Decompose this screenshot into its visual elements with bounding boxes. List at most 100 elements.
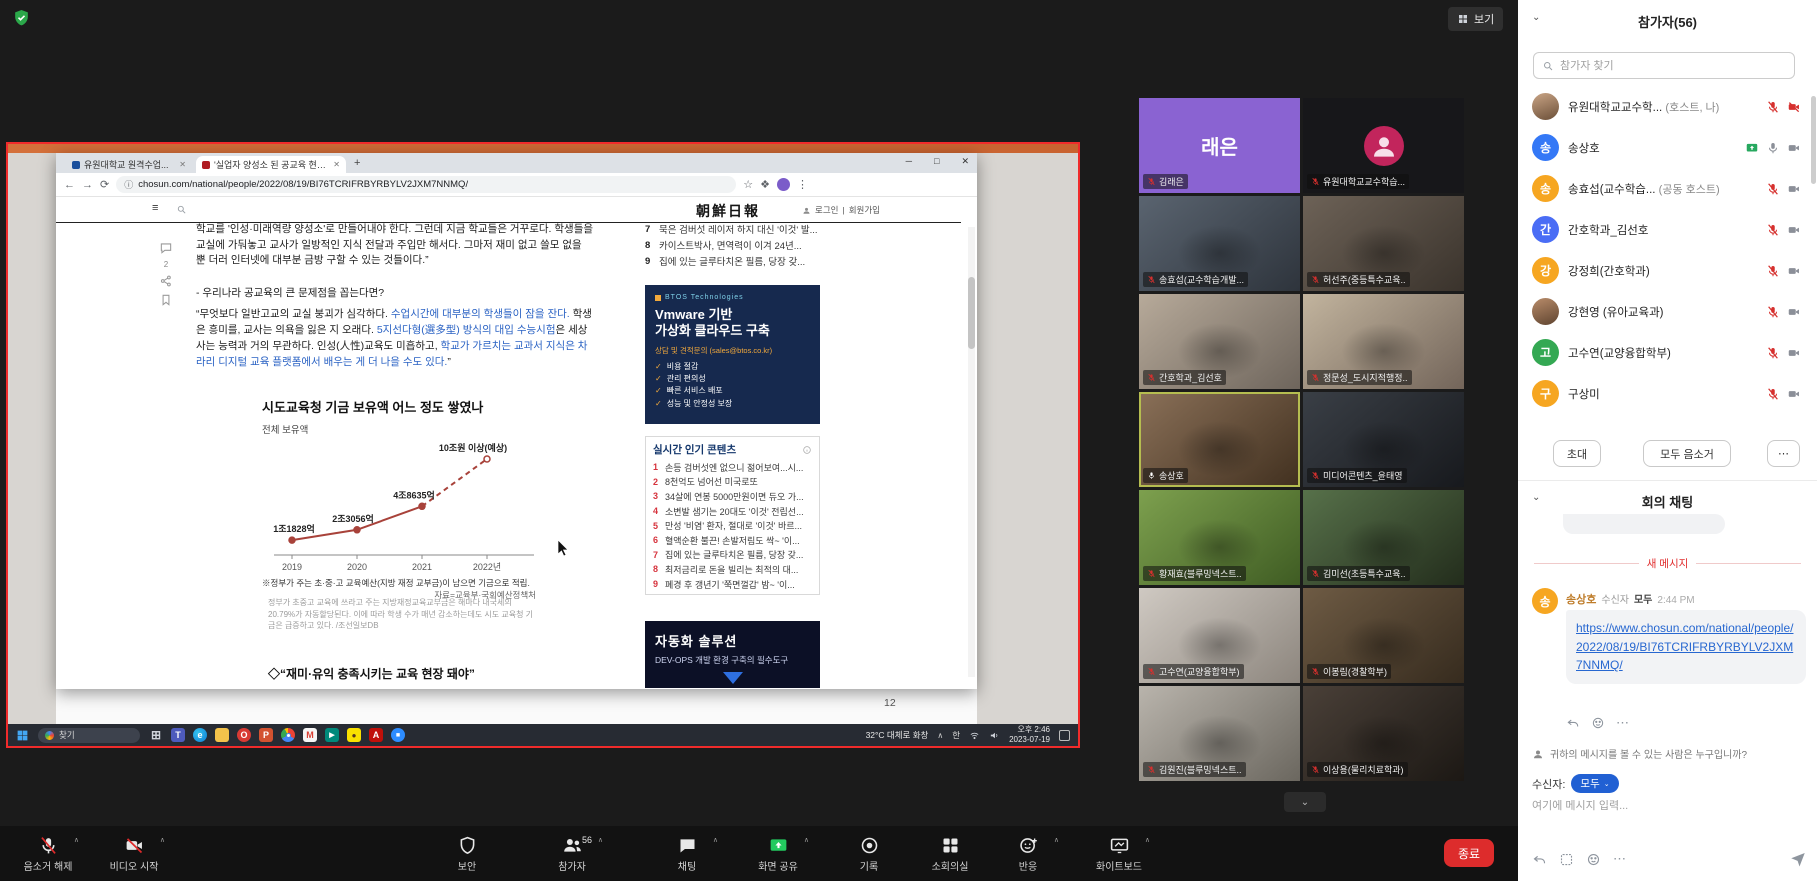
end-meeting-button[interactable]: 종료 bbox=[1444, 839, 1494, 867]
video-tile[interactable]: 유원대학교교수학습... bbox=[1303, 98, 1464, 193]
camera-on-icon[interactable] bbox=[1787, 141, 1801, 155]
task-view-icon[interactable]: ⊞ bbox=[149, 728, 163, 742]
mic-muted-icon[interactable] bbox=[1766, 387, 1780, 401]
language-indicator[interactable]: 한 bbox=[952, 729, 960, 741]
site-info-icon[interactable]: ⓘ bbox=[124, 178, 133, 191]
video-tile[interactable]: 간호학과_김선호 bbox=[1139, 294, 1300, 389]
video-tile[interactable]: 고수연(교양융합학부) bbox=[1139, 588, 1300, 683]
menu-hamburger-icon[interactable]: ≡ bbox=[152, 202, 158, 214]
toolbar-breakout-button[interactable]: 소회의실 bbox=[910, 829, 990, 879]
kakaotalk-icon[interactable]: ● bbox=[347, 728, 361, 742]
video-tile[interactable]: 송상호 bbox=[1139, 392, 1300, 487]
mic-muted-icon[interactable] bbox=[1766, 264, 1780, 278]
chevron-up-icon[interactable]: ∧ bbox=[1054, 836, 1059, 844]
toolbar-reactions-button[interactable]: 반응∧ bbox=[988, 829, 1068, 879]
toolbar-record-button[interactable]: 기록 bbox=[829, 829, 909, 879]
profile-avatar[interactable] bbox=[777, 178, 790, 191]
camera-on-icon[interactable] bbox=[1787, 182, 1801, 196]
toolbar-mic-off-button[interactable]: 음소거 해제∧ bbox=[8, 829, 88, 879]
meet-icon[interactable]: ▶ bbox=[325, 728, 339, 742]
video-tile[interactable]: 정문성_도시지적행정.. bbox=[1303, 294, 1464, 389]
popular-item[interactable]: 6혈액순환 불끈! 손발저림도 싹~ '이... bbox=[653, 533, 812, 548]
forward-button[interactable]: → bbox=[82, 179, 93, 191]
bookmark-icon[interactable] bbox=[159, 293, 173, 307]
browser-tab-active[interactable]: '실업자 양성소 된 공교육 현장... ✕ bbox=[196, 156, 346, 173]
edge-icon[interactable]: e bbox=[193, 728, 207, 742]
participants-scrollbar[interactable] bbox=[1811, 96, 1816, 184]
more-icon[interactable]: ⋯ bbox=[1613, 852, 1628, 867]
view-button[interactable]: 보기 bbox=[1448, 7, 1503, 31]
video-tile[interactable]: 이봉림(경찰학부) bbox=[1303, 588, 1464, 683]
video-tile[interactable]: 황재효(블루밍넥스트.. bbox=[1139, 490, 1300, 585]
gmail-icon[interactable]: M bbox=[303, 728, 317, 742]
folder-icon[interactable] bbox=[215, 728, 229, 742]
ad-devops[interactable]: 자동화 솔루션 DEV-OPS 개발 환경 구축의 필수도구 bbox=[645, 621, 820, 688]
new-tab-button[interactable]: + bbox=[354, 157, 360, 169]
recipient-selector[interactable]: 모두⌄ bbox=[1571, 774, 1618, 793]
bookmark-star-icon[interactable]: ☆ bbox=[743, 178, 753, 191]
camera-on-icon[interactable] bbox=[1787, 264, 1801, 278]
popular-item[interactable]: 5만성 '비염' 환자, 절대로 '이것' 바르... bbox=[653, 518, 812, 533]
share-icon[interactable] bbox=[159, 274, 173, 288]
mic-muted-icon[interactable] bbox=[1766, 100, 1780, 114]
collapse-video-grid-button[interactable]: ⌄ bbox=[1284, 792, 1326, 812]
site-search-icon[interactable] bbox=[176, 204, 187, 215]
more-options-button[interactable]: ⋯ bbox=[1767, 440, 1800, 467]
notification-center-icon[interactable] bbox=[1059, 730, 1070, 741]
taskbar-search[interactable]: 찾기 bbox=[38, 728, 140, 743]
adobe-icon[interactable]: A bbox=[369, 728, 383, 742]
toolbar-chat-button[interactable]: 채팅∧ bbox=[647, 829, 727, 879]
close-button[interactable]: ✕ bbox=[961, 156, 969, 167]
chevron-up-icon[interactable]: ∧ bbox=[1145, 836, 1150, 844]
mic-muted-icon[interactable] bbox=[1766, 223, 1780, 237]
ranking-item[interactable]: 7묵은 검버섯 레이저 하지 대신 '이것' 발... bbox=[645, 221, 820, 237]
toolbar-share-button[interactable]: 화면 공유∧ bbox=[738, 829, 818, 879]
info-icon[interactable] bbox=[802, 445, 812, 455]
invite-button[interactable]: 초대 bbox=[1553, 440, 1601, 467]
popular-item[interactable]: 28천억도 넘어선 미국로또 bbox=[653, 475, 812, 490]
mic-muted-icon[interactable] bbox=[1766, 305, 1780, 319]
popular-item[interactable]: 4소변발 샘기는 20대도 '이것' 전립선... bbox=[653, 504, 812, 519]
video-tile[interactable]: 송효섭(교수학습개발... bbox=[1139, 196, 1300, 291]
emoji-icon[interactable] bbox=[1586, 852, 1601, 867]
mic-muted-icon[interactable] bbox=[1766, 346, 1780, 360]
participant-search-input[interactable] bbox=[1560, 60, 1786, 72]
video-tile[interactable]: 허선주(중등특수교육.. bbox=[1303, 196, 1464, 291]
participant-row[interactable]: 고고수연(교양융합학부) bbox=[1518, 332, 1811, 373]
chevron-up-icon[interactable]: ∧ bbox=[598, 836, 603, 844]
camera-on-icon[interactable] bbox=[1787, 305, 1801, 319]
participant-row[interactable]: 구구상미 bbox=[1518, 373, 1811, 414]
video-tile[interactable]: 래은김래은 bbox=[1139, 98, 1300, 193]
page-scrollbar[interactable] bbox=[968, 227, 975, 677]
chevron-up-icon[interactable]: ∧ bbox=[160, 836, 165, 844]
toolbar-video-off-button[interactable]: 비디오 시작∧ bbox=[94, 829, 174, 879]
screenshot-icon[interactable] bbox=[1559, 852, 1574, 867]
address-bar[interactable]: ⓘ chosun.com/national/people/2022/08/19/… bbox=[116, 176, 736, 193]
popular-item[interactable]: 8최저금리로 돈을 빌리는 최적의 대... bbox=[653, 562, 812, 577]
ad-vmware-cloud[interactable]: BTOS Technologies Vmware 기반 가상화 클라우드 구축 … bbox=[645, 285, 820, 424]
chat-input[interactable] bbox=[1532, 800, 1782, 812]
weather-status[interactable]: 32°C 대체로 화창 bbox=[866, 729, 929, 741]
network-icon[interactable] bbox=[969, 730, 980, 741]
mic-muted-icon[interactable] bbox=[1766, 182, 1780, 196]
participant-row[interactable]: 간간호학과_김선호 bbox=[1518, 209, 1811, 250]
browser-tab[interactable]: 유원대학교 원격수업... ✕ bbox=[66, 156, 192, 173]
tray-expand-icon[interactable]: ∧ bbox=[937, 731, 943, 740]
teams-icon[interactable]: T bbox=[171, 728, 185, 742]
participant-row[interactable]: 강강정희(간호학과) bbox=[1518, 250, 1811, 291]
video-tile[interactable]: 김미선(초등특수교육.. bbox=[1303, 490, 1464, 585]
popular-item[interactable]: 1손등 검버섯엔 없으니 젊어보여...시... bbox=[653, 460, 812, 475]
more-icon[interactable]: ⋯ bbox=[1616, 716, 1630, 730]
reply-icon[interactable] bbox=[1566, 716, 1580, 730]
quote-icon[interactable] bbox=[1532, 852, 1547, 867]
camera-on-icon[interactable] bbox=[1787, 387, 1801, 401]
mic-on-icon[interactable] bbox=[1766, 141, 1780, 155]
camera-off-icon[interactable] bbox=[1787, 100, 1801, 114]
toolbar-shield-button[interactable]: 보안 bbox=[427, 829, 507, 879]
minimize-button[interactable]: ─ bbox=[906, 156, 912, 167]
mute-all-button[interactable]: 모두 음소거 bbox=[1643, 440, 1731, 467]
toolbar-participants-button[interactable]: 참가자56∧ bbox=[532, 829, 612, 879]
video-tile[interactable]: 김원진(블루밍넥스트.. bbox=[1139, 686, 1300, 781]
chrome-icon[interactable] bbox=[281, 728, 295, 742]
reload-button[interactable]: ⟳ bbox=[100, 178, 109, 191]
